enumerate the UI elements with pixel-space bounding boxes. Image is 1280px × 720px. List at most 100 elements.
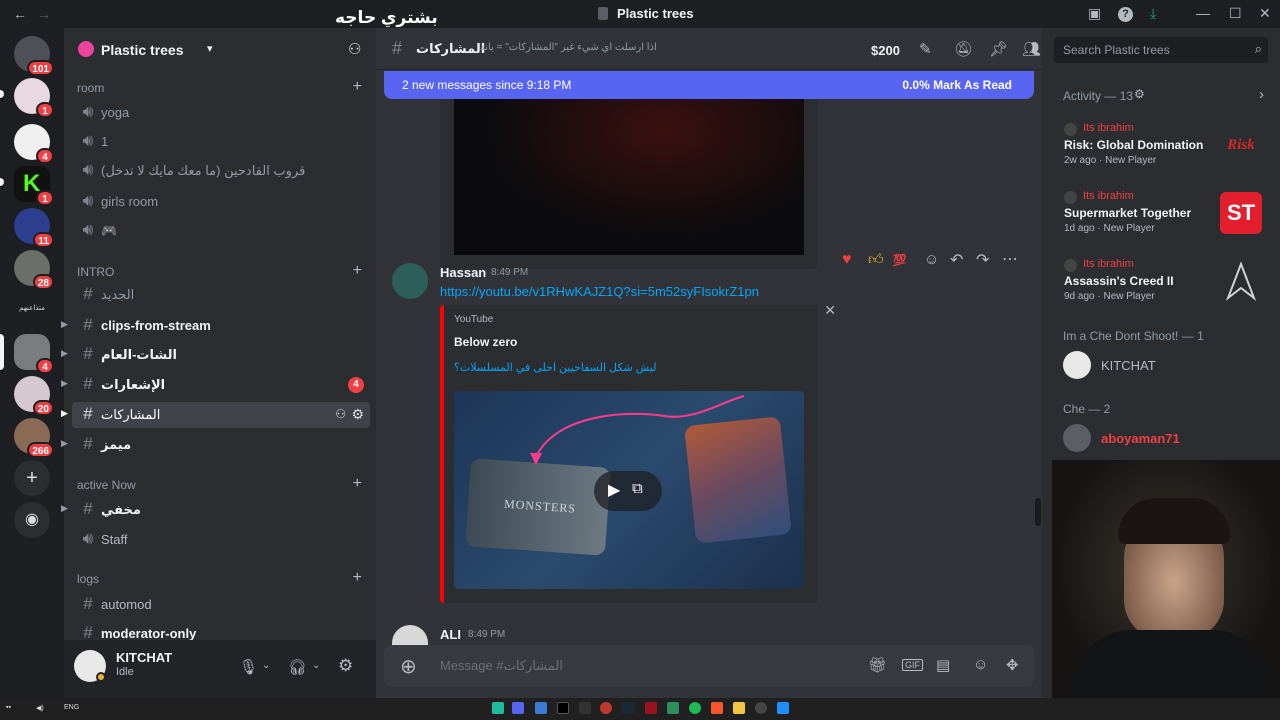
microphone-icon[interactable]: 🎙︎ xyxy=(239,658,258,676)
start-menu-icon[interactable] xyxy=(777,702,789,714)
avatar[interactable] xyxy=(392,625,428,645)
message-author[interactable]: ALI xyxy=(440,627,461,642)
activity-card[interactable]: Its ibrahim Supermarket Together 1d ago … xyxy=(1056,186,1266,246)
gear-icon[interactable]: ⚙ xyxy=(351,406,364,423)
text-channel-clips[interactable]: ▶ # clips-from-stream xyxy=(61,313,370,339)
server-text[interactable]: متذاعنهم xyxy=(14,292,50,328)
voice-channel-qadimin[interactable]: 🔊︎ قروب القادحين (ما معك مايك لا تدخل) xyxy=(72,158,370,184)
search-input[interactable]: Search Plastic trees ⌕ xyxy=(1054,37,1268,63)
chevron-down-icon[interactable]: ⌄ xyxy=(312,660,320,671)
text-channel-mukhfi[interactable]: ▶ # مخفي xyxy=(61,497,370,523)
taskbar-app-icon[interactable] xyxy=(600,702,612,714)
thumbs-up-reaction-icon[interactable]: 👍︎ xyxy=(868,251,884,269)
search-taskbar-icon[interactable] xyxy=(755,702,767,714)
brave-taskbar-icon[interactable] xyxy=(711,702,723,714)
server-4[interactable]: 28 xyxy=(14,250,54,290)
server-5[interactable]: 20 xyxy=(14,376,54,416)
minimize-icon[interactable]: — xyxy=(1196,5,1210,21)
chevron-down-icon[interactable]: ⌄ xyxy=(262,660,270,671)
volume-icon[interactable]: ◀) xyxy=(36,704,44,712)
voice-channel-staff[interactable]: 🔊︎ Staff xyxy=(72,527,370,553)
server-kick[interactable]: K1 xyxy=(14,166,54,206)
hundred-reaction-icon[interactable]: 💯︎ xyxy=(892,253,907,267)
member-name[interactable]: aboyaman71 xyxy=(1101,431,1180,446)
threads-icon[interactable]: ✎ xyxy=(919,40,932,58)
text-channel-musharakat[interactable]: ▶ # المشاركات ⚇ ⚙ xyxy=(61,402,370,428)
gift-icon[interactable]: 🎁︎ xyxy=(868,656,887,674)
taskbar-app-icon[interactable] xyxy=(535,702,547,714)
avatar[interactable] xyxy=(1063,351,1091,379)
discover-icon[interactable]: ◉ xyxy=(14,502,50,538)
server-dm[interactable]: 101 xyxy=(14,36,54,76)
channel-topic[interactable]: اذا ارسلت اي شيء غير "المشاركات" = باند xyxy=(480,42,657,53)
text-channel-chat-aam[interactable]: ▶ # الشات-العام xyxy=(61,342,370,368)
avatar[interactable] xyxy=(1063,424,1091,452)
add-channel-icon[interactable]: + xyxy=(353,262,362,280)
previous-embed-image[interactable] xyxy=(454,99,804,255)
text-channel-moderator-only[interactable]: ▶#moderator-only xyxy=(72,621,370,641)
server-plastic-trees[interactable]: 4 xyxy=(14,334,54,374)
message-input[interactable]: Message #المشاركات xyxy=(440,658,563,674)
reply-icon[interactable]: ↶ xyxy=(950,250,963,270)
add-reaction-icon[interactable]: ☺ xyxy=(924,251,939,268)
add-channel-icon[interactable]: + xyxy=(353,78,362,96)
forward-arrow-icon[interactable]: → xyxy=(37,6,51,22)
text-channel-jadeed[interactable]: # الجديد xyxy=(72,282,370,308)
activity-card[interactable]: Its ibrahim Risk: Global Domination 2w a… xyxy=(1056,118,1266,178)
discord-taskbar-icon[interactable] xyxy=(512,702,524,714)
category-intro[interactable]: INTRO xyxy=(77,265,114,279)
member-name[interactable]: KITCHAT xyxy=(1101,358,1156,373)
voice-channel-game[interactable]: 🔊︎ 🎮 xyxy=(72,218,370,244)
server-2[interactable]: 4 xyxy=(14,124,54,164)
chevron-right-icon[interactable]: › xyxy=(1259,86,1264,103)
forward-icon[interactable]: ↷ xyxy=(976,250,989,270)
taskbar-app-icon[interactable] xyxy=(667,702,679,714)
help-icon[interactable]: ? xyxy=(1118,7,1133,22)
embed-title-link[interactable]: ليش شكل السفاحيين احلى في المسلسلات؟ xyxy=(454,361,656,374)
activity-card[interactable]: Its ibrahim Assassin's Creed II 9d ago ·… xyxy=(1056,254,1266,314)
taskbar-app-icon[interactable] xyxy=(492,702,504,714)
headphones-icon[interactable]: 🎧︎ xyxy=(288,658,307,676)
server-1[interactable]: 1 xyxy=(14,78,54,118)
attach-plus-icon[interactable]: ⊕ xyxy=(400,654,417,679)
back-arrow-icon[interactable]: ← xyxy=(13,6,27,22)
user-settings-gear-icon[interactable]: ⚙ xyxy=(338,656,353,676)
gear-icon[interactable]: ⚙ xyxy=(1134,87,1145,101)
close-window-icon[interactable]: ✕ xyxy=(1259,5,1271,22)
text-channel-ishaarat[interactable]: ▶ # الإشعارات 4 xyxy=(61,372,370,398)
scrollbar-thumb[interactable] xyxy=(1035,498,1041,526)
category-logs[interactable]: logs xyxy=(77,572,99,586)
maximize-icon[interactable]: ☐ xyxy=(1229,5,1242,22)
avatar[interactable] xyxy=(392,263,428,299)
gif-icon[interactable]: GIF xyxy=(902,659,923,671)
embed-provider[interactable]: YouTube xyxy=(454,314,493,325)
new-messages-bar[interactable]: 2 new messages since 9:18 PM 0.0% Mark A… xyxy=(384,71,1034,99)
taskbar-app-icon[interactable] xyxy=(645,702,657,714)
voice-channel-yoga[interactable]: 🔊︎ yoga xyxy=(72,100,370,126)
video-play-controls[interactable]: ▶ ⧉ xyxy=(594,471,662,511)
category-active-now[interactable]: active Now xyxy=(77,478,136,492)
apps-icon[interactable]: ✥ xyxy=(1006,656,1019,674)
voice-channel-girls-room[interactable]: 🔊︎ girls room xyxy=(72,189,370,215)
emoji-icon[interactable]: ☺ xyxy=(973,656,988,673)
category-room[interactable]: room xyxy=(77,81,104,95)
text-channel-mumayaz[interactable]: ▶ # ميمز xyxy=(61,432,370,458)
file-explorer-taskbar-icon[interactable] xyxy=(733,702,745,714)
voice-channel-1[interactable]: 🔊︎ 1 xyxy=(72,129,370,155)
invite-icon[interactable]: ⚇ xyxy=(335,407,346,421)
add-channel-icon[interactable]: + xyxy=(353,475,362,493)
mark-as-read-button[interactable]: 0.0% Mark As Read xyxy=(902,78,1012,92)
invite-members-icon[interactable]: ⚇ xyxy=(348,40,361,58)
sticker-icon[interactable]: ▤ xyxy=(936,656,950,674)
close-icon[interactable]: ✕ xyxy=(824,302,836,319)
text-channel-automod[interactable]: # automod xyxy=(72,592,370,618)
message-link[interactable]: https://youtu.be/v1RHwKAJZ1Q?si=5m52syFI… xyxy=(440,284,759,299)
embed-author[interactable]: Below zero xyxy=(454,335,517,349)
server-6[interactable]: 266 xyxy=(14,418,54,458)
steam-taskbar-icon[interactable] xyxy=(622,702,634,714)
play-icon[interactable]: ▶ xyxy=(608,480,620,500)
member-list-icon[interactable]: 👥︎ xyxy=(1022,40,1041,58)
add-channel-icon[interactable]: + xyxy=(353,569,362,587)
guild-header[interactable]: Plastic trees ▾ ⚇ xyxy=(64,28,376,70)
open-external-icon[interactable]: ⧉ xyxy=(632,480,643,497)
